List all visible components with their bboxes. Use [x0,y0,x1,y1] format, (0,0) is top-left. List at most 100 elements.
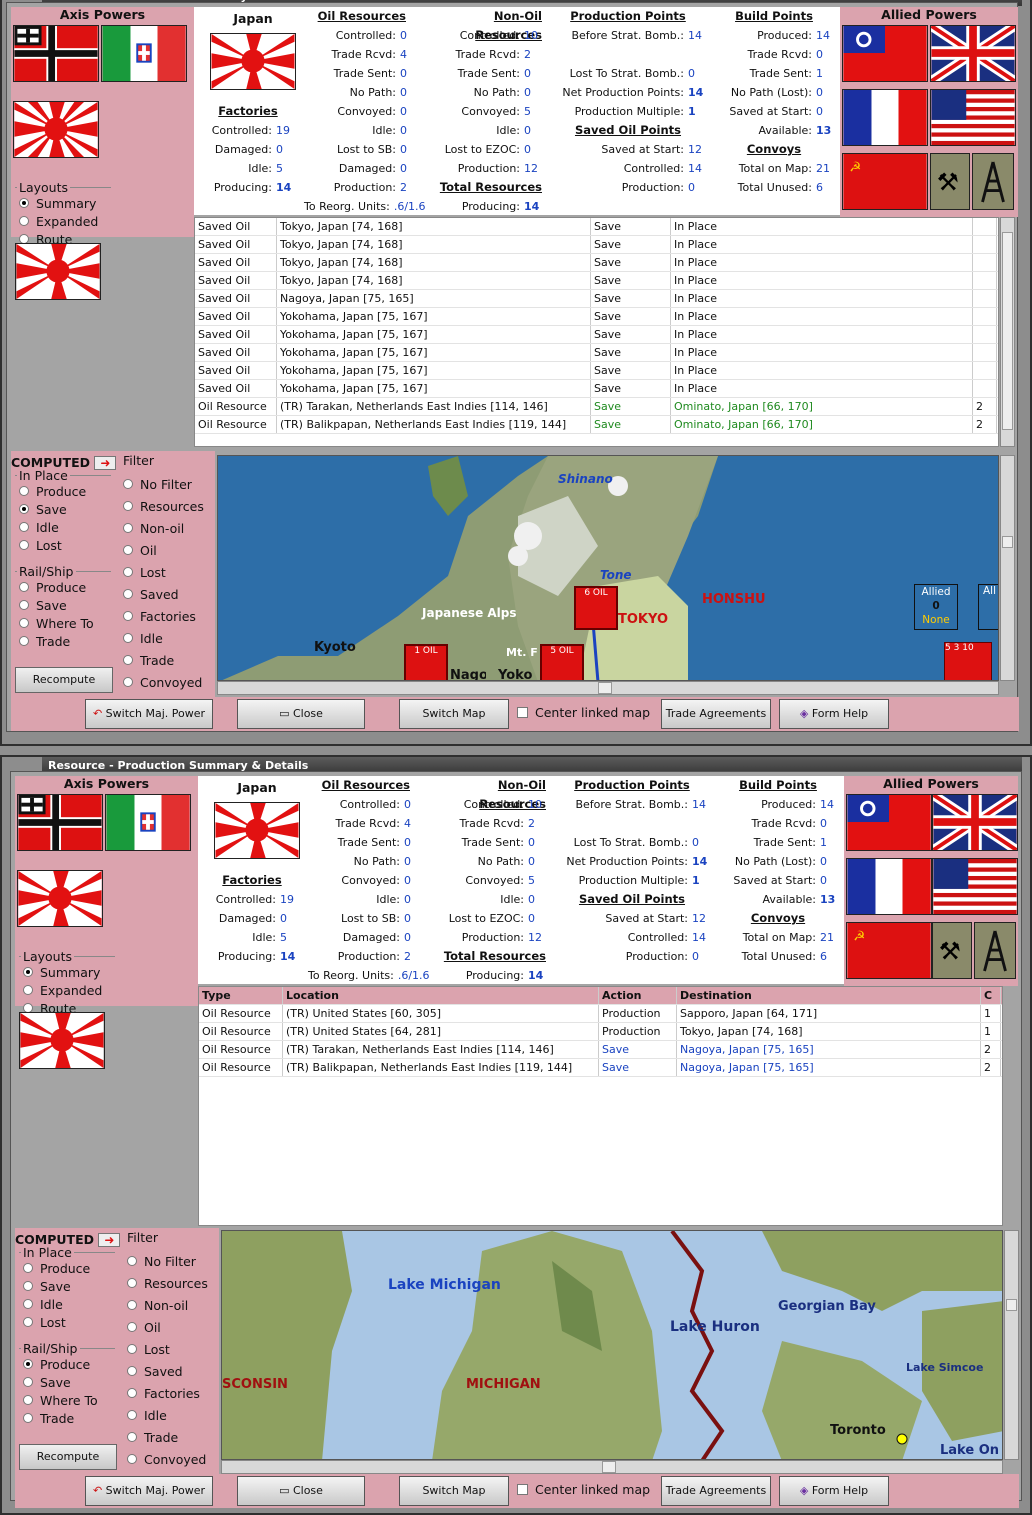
layout-expanded-2[interactable]: Expanded [23,981,111,999]
table-row[interactable]: Oil Resource (TR) Tarakan, Netherlands Ea… [199,1041,1002,1059]
oil-counter-yokohama[interactable]: 5 OIL [540,644,584,680]
map-view[interactable]: Shinano Tone Japanese Alps HONSHU Kyoto … [217,455,999,681]
filter-convoyed-2[interactable]: Convoyed [127,1448,213,1470]
china-flag[interactable] [842,25,928,82]
oil-counter-nagoya[interactable]: 1 OIL [404,644,448,680]
filter-lost[interactable]: Lost [123,561,209,583]
table-row[interactable]: Saved Oil Tokyo, Japan [74, 168] Save In Pl… [195,272,998,290]
col-type[interactable]: Type [199,987,283,1004]
table-row[interactable]: Oil Resource (TR) Balikpapan, Netherlands… [199,1059,1002,1077]
allied-box[interactable]: Allied 0 None [914,584,958,630]
table-row[interactable]: Saved Oil Tokyo, Japan [74, 168] Save In Pl… [195,236,998,254]
germany-flag[interactable] [13,25,99,82]
close-button[interactable]: ▭ Close [237,699,365,729]
rail-ship-produce[interactable]: Produce [19,578,107,596]
trade-agreements-button[interactable]: Trade Agreements [661,699,771,729]
switch-major-power-button[interactable]: ↶ Switch Maj. Power [85,699,213,729]
rail-ship-trade[interactable]: Trade [19,632,107,650]
usa-flag-2[interactable] [932,858,1018,915]
france-flag-2[interactable] [846,858,932,915]
oil-derrick-icon-2[interactable] [974,922,1016,979]
recompute-button[interactable]: Recompute [15,667,113,693]
filter-resources-2[interactable]: Resources [127,1272,213,1294]
france-flag[interactable] [842,89,928,146]
in-place-lost-2[interactable]: Lost [23,1313,111,1331]
italy-flag[interactable] [101,25,187,82]
map-vscroll-2[interactable] [1004,1230,1019,1460]
in-place-produce[interactable]: Produce [19,482,107,500]
china-flag-2[interactable] [846,794,932,851]
recompute-button-2[interactable]: Recompute [19,1444,117,1470]
in-place-lost[interactable]: Lost [19,536,107,554]
oil-derrick-icon[interactable] [972,153,1014,210]
filter-idle-2[interactable]: Idle [127,1404,213,1426]
filter-factories[interactable]: Factories [123,605,209,627]
filter-non-oil-2[interactable]: Non-oil [127,1294,213,1316]
table-row[interactable]: Saved Oil Yokohama, Japan [75, 167] Save In… [195,326,998,344]
ussr-flag[interactable]: ☭ [842,153,928,210]
filter-trade[interactable]: Trade [123,649,209,671]
mine-icon-2[interactable]: ⚒ [932,922,972,979]
rail-ship-trade-2[interactable]: Trade [23,1409,111,1427]
japan-flag-2[interactable] [17,870,103,927]
filter-factories-2[interactable]: Factories [127,1382,213,1404]
table-row[interactable]: Saved Oil Yokohama, Japan [75, 167] Save In… [195,308,998,326]
filter-oil-2[interactable]: Oil [127,1316,213,1338]
center-linked-map-checkbox[interactable]: Center linked map [517,705,650,720]
map-vscroll[interactable] [1000,455,1015,681]
rail-ship-where-to-2[interactable]: Where To [23,1391,111,1409]
layout-summary[interactable]: Summary [19,194,107,212]
filter-convoyed[interactable]: Convoyed [123,671,209,693]
table-row[interactable]: Oil Resource (TR) United States [64, 281]… [199,1023,1002,1041]
table-row[interactable]: Saved Oil Yokohama, Japan [75, 167] Save In… [195,362,998,380]
table-row[interactable]: Saved Oil Nagoya, Japan [75, 165] Save In P… [195,290,998,308]
filter-trade-2[interactable]: Trade [127,1426,213,1448]
filter-idle[interactable]: Idle [123,627,209,649]
form-help-button[interactable]: ◈ Form Help [779,699,889,729]
uk-flag-2[interactable] [932,794,1018,851]
filter-no-filter-2[interactable]: No Filter [127,1250,213,1272]
rail-ship-save-2[interactable]: Save [23,1373,111,1391]
arrow-right-icon-2[interactable]: ➜ [98,1233,121,1247]
japan-flag[interactable] [13,101,99,158]
form-help-button-2[interactable]: ◈ Form Help [779,1476,889,1506]
filter-resources[interactable]: Resources [123,495,209,517]
table-row[interactable]: Saved Oil Tokyo, Japan [74, 168] Save In Pl… [195,254,998,272]
filter-oil[interactable]: Oil [123,539,209,561]
in-place-save-2[interactable]: Save [23,1277,111,1295]
col-destination[interactable]: Destination [677,987,981,1004]
table-row[interactable]: Saved Oil Yokohama, Japan [75, 167] Save In… [195,380,998,398]
unit-stack[interactable]: 5 3 10 [944,642,992,680]
switch-map-button-2[interactable]: Switch Map [399,1476,509,1506]
table-row[interactable]: Oil Resource (TR) Tarakan, Netherlands Ea… [195,398,998,416]
ussr-flag-2[interactable]: ☭ [846,922,932,979]
table-row[interactable]: Oil Resource (TR) United States [60, 305]… [199,1005,1002,1023]
col-location[interactable]: Location [283,987,599,1004]
germany-flag-2[interactable] [17,794,103,851]
rail-ship-produce-2[interactable]: Produce [23,1355,111,1373]
layout-expanded[interactable]: Expanded [19,212,107,230]
center-linked-map-checkbox-2[interactable]: Center linked map [517,1482,650,1497]
uk-flag[interactable] [930,25,1016,82]
switch-major-power-button-2[interactable]: ↶ Switch Maj. Power [85,1476,213,1506]
map-hscroll-2[interactable] [221,1460,1003,1474]
italy-flag-2[interactable] [105,794,191,851]
trade-agreements-button-2[interactable]: Trade Agreements [661,1476,771,1506]
filter-saved-2[interactable]: Saved [127,1360,213,1382]
table-row[interactable]: Saved Oil Yokohama, Japan [75, 167] Save In… [195,344,998,362]
table-row[interactable]: Oil Resource (TR) Balikpapan, Netherlands… [195,416,998,434]
rail-ship-where-to[interactable]: Where To [19,614,107,632]
col-c[interactable]: C [981,987,1001,1004]
rail-ship-save[interactable]: Save [19,596,107,614]
map-hscroll[interactable] [217,681,999,695]
map-view-2[interactable]: Lake Michigan Lake Huron Georgian Bay La… [221,1230,1003,1460]
in-place-save[interactable]: Save [19,500,107,518]
filter-lost-2[interactable]: Lost [127,1338,213,1360]
usa-flag[interactable] [930,89,1016,146]
filter-non-oil[interactable]: Non-oil [123,517,209,539]
layout-summary-2[interactable]: Summary [23,963,111,981]
table-scrollbar[interactable] [1000,217,1015,447]
switch-map-button[interactable]: Switch Map [399,699,509,729]
table-row[interactable]: Saved Oil Tokyo, Japan [74, 168] Save In Pl… [195,218,998,236]
mine-icon[interactable]: ⚒ [930,153,970,210]
